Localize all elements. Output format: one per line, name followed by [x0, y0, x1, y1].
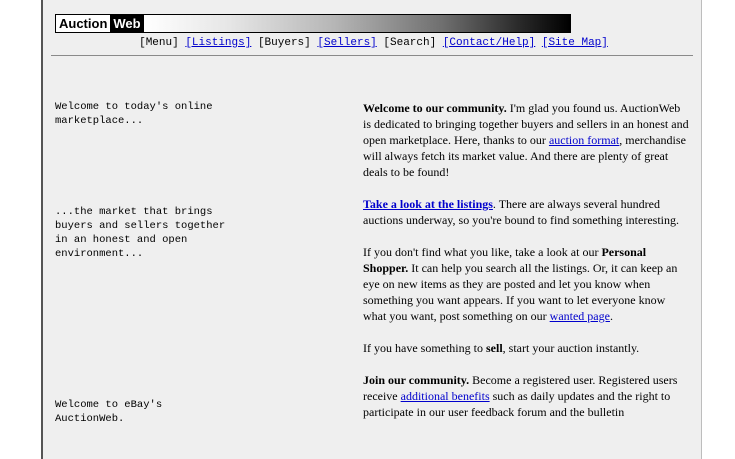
- additional-benefits-link[interactable]: additional benefits: [401, 389, 490, 403]
- horizontal-rule: [51, 55, 693, 56]
- welcome-heading: Welcome to our community.: [363, 101, 507, 115]
- sell-label: sell: [485, 341, 503, 355]
- auction-format-link[interactable]: auction format: [549, 133, 619, 147]
- sell-text-1: If you have something to: [363, 341, 486, 355]
- paragraph-join: Join our community. Become a registered …: [363, 372, 691, 420]
- top-navigation: [Menu] [Listings] [Buyers] [Sellers] [Se…: [43, 37, 704, 49]
- main-content: Welcome to our community. I'm glad you f…: [363, 100, 691, 436]
- nav-contact-help-link[interactable]: [Contact/Help]: [443, 37, 535, 49]
- nav-site-map-link[interactable]: [Site Map]: [542, 37, 608, 49]
- left-tagline-1: Welcome to today's online marketplace...: [55, 101, 213, 127]
- left-tagline-2: ...the market that brings buyers and sel…: [55, 206, 226, 260]
- logo-web-text: Web: [110, 15, 144, 32]
- logo-gradient-bar: [143, 15, 570, 32]
- page-panel: Auction Web [Menu] [Listings] [Buyers] […: [41, 0, 702, 459]
- logo-auction-text: Auction: [56, 15, 111, 32]
- wanted-page-link[interactable]: wanted page: [550, 309, 610, 323]
- sell-text-2: , start your auction instantly.: [502, 341, 640, 355]
- take-a-look-listings-link[interactable]: Take a look at the listings: [363, 197, 493, 211]
- paragraph-sell: If you have something to sell, start you…: [363, 340, 691, 356]
- left-tagline-3: Welcome to eBay's AuctionWeb.: [55, 399, 163, 425]
- nav-buyers: [Buyers]: [257, 37, 311, 49]
- paragraph-personal-shopper: If you don't find what you like, take a …: [363, 244, 691, 324]
- shopper-text-3: .: [609, 309, 613, 323]
- auctionweb-logo[interactable]: Auction Web: [55, 14, 571, 33]
- paragraph-listings: Take a look at the listings. There are a…: [363, 196, 691, 228]
- shopper-text-2: It can help you search all the listings.…: [363, 261, 678, 323]
- shopper-text-1: If you don't find what you like, take a …: [363, 245, 602, 259]
- nav-sellers-link[interactable]: [Sellers]: [317, 37, 376, 49]
- nav-listings-link[interactable]: [Listings]: [185, 37, 251, 49]
- nav-menu: [Menu]: [139, 37, 179, 49]
- paragraph-welcome: Welcome to our community. I'm glad you f…: [363, 100, 691, 180]
- nav-search: [Search]: [383, 37, 437, 49]
- join-heading: Join our community.: [363, 373, 470, 387]
